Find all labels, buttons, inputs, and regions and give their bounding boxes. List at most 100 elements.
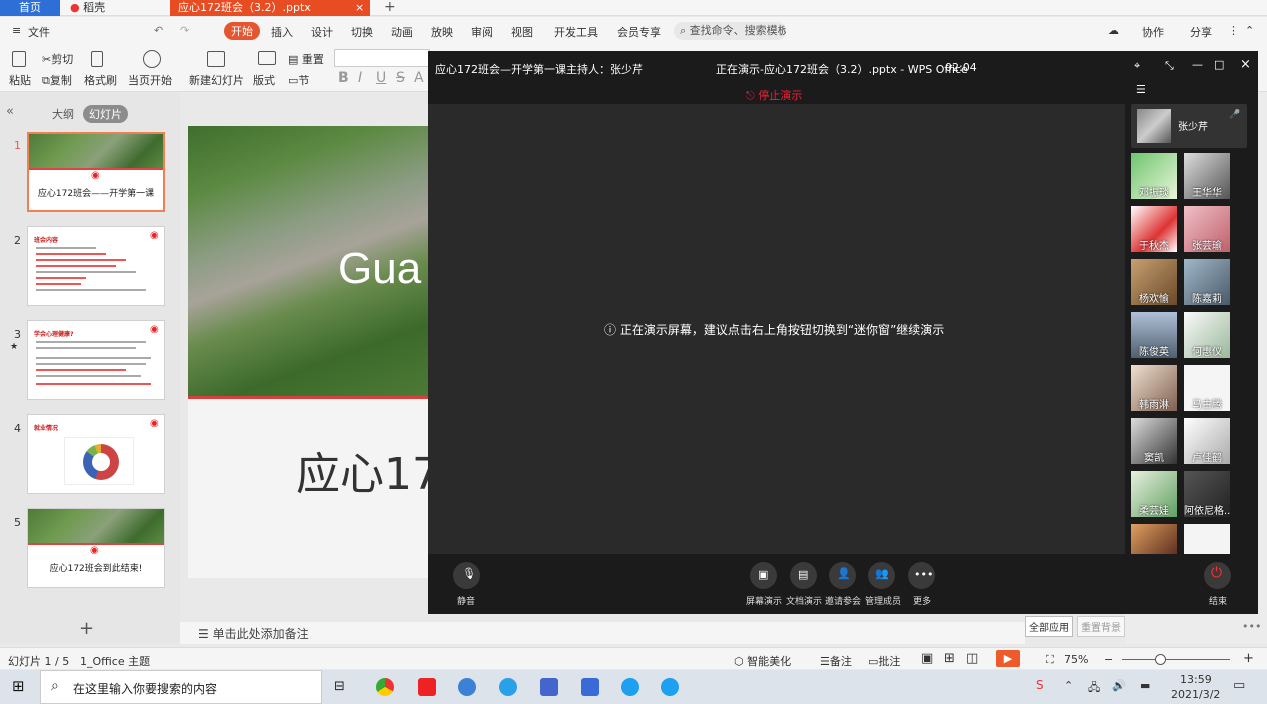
slide-thumbnail-5[interactable]: 应心172班会到此结束! ◉ <box>27 508 165 588</box>
tab-outline[interactable]: 大纲 <box>46 105 80 123</box>
hamburger-icon[interactable]: ≡ <box>12 24 21 37</box>
reading-view-icon[interactable]: ◫ <box>966 651 978 666</box>
tab-home[interactable]: 首页 <box>0 0 60 16</box>
menu-member[interactable]: 会员专享 <box>617 24 661 40</box>
mini-window-icon[interactable]: ⤡ <box>1165 59 1174 73</box>
close-icon[interactable]: × <box>1240 57 1251 72</box>
format-painter-icon[interactable] <box>91 51 103 67</box>
normal-view-icon[interactable]: ▣ <box>921 651 933 666</box>
notes-toggle-button[interactable]: ☰备注 <box>820 653 852 669</box>
manage-members-button[interactable]: 👥 <box>868 562 895 589</box>
slide-thumbnail-4[interactable]: 就业情况 ◉ <box>27 414 165 494</box>
reset-background-button[interactable]: 重置背景 <box>1077 616 1125 637</box>
input-method-icon[interactable]: ▬ <box>1140 679 1150 692</box>
smart-beautify-button[interactable]: ⬡ 智能美化 <box>734 653 791 669</box>
close-tab-icon[interactable]: × <box>355 0 364 15</box>
menu-slideshow[interactable]: 放映 <box>431 24 453 40</box>
participant-tile[interactable]: 陈俊英 <box>1131 312 1177 358</box>
participant-tile[interactable] <box>1184 524 1230 554</box>
host-video-tile[interactable]: 张少芹 🎤 <box>1131 104 1247 148</box>
cloud-sync-icon[interactable]: ☁ <box>1108 24 1119 37</box>
layout-button[interactable]: 版式 <box>253 72 275 88</box>
section-button[interactable]: ▭节 <box>288 72 309 88</box>
format-painter-button[interactable]: 格式刷 <box>84 72 117 88</box>
windows-start-icon[interactable]: ⊞ <box>12 677 25 695</box>
participant-tile[interactable]: 于秋杰 <box>1131 206 1177 252</box>
strikethrough-button[interactable]: S <box>396 70 405 86</box>
meeting-app-icon-2[interactable] <box>661 678 679 696</box>
menu-start[interactable]: 开始 <box>224 22 260 40</box>
participant-tile[interactable]: 卢佳鹤 <box>1184 418 1230 464</box>
screen-present-button[interactable]: ▣ <box>750 562 777 589</box>
zoom-slider[interactable] <box>1122 659 1230 660</box>
play-from-current-icon[interactable] <box>143 50 161 68</box>
participant-tile[interactable]: 柔芸娃 <box>1131 471 1177 517</box>
menu-insert[interactable]: 插入 <box>271 24 293 40</box>
copy-button[interactable]: ⧉复制 <box>42 72 72 88</box>
maximize-icon[interactable]: □ <box>1214 58 1224 71</box>
network-icon[interactable]: 🖧 <box>1088 679 1100 698</box>
menu-review[interactable]: 审阅 <box>471 24 493 40</box>
menu-design[interactable]: 设计 <box>311 24 333 40</box>
clock-date[interactable]: 2021/3/2 <box>1171 688 1220 701</box>
participant-tile[interactable]: 张芸瑜 <box>1184 206 1230 252</box>
participant-tile[interactable]: 陈嘉莉 <box>1184 259 1230 305</box>
invite-button[interactable]: 👤 <box>829 562 856 589</box>
add-slide-button[interactable]: + <box>79 618 94 639</box>
app-red-icon[interactable] <box>418 678 436 696</box>
end-meeting-button[interactable]: ⏻ <box>1204 562 1231 589</box>
zoom-out-button[interactable]: − <box>1104 653 1113 666</box>
new-slide-icon[interactable] <box>207 51 225 67</box>
menu-file[interactable]: 文件 <box>28 24 50 40</box>
underline-button[interactable]: U <box>376 70 386 86</box>
collapse-panel-icon[interactable]: « <box>6 104 14 119</box>
netease-icon[interactable] <box>540 678 558 696</box>
notification-icon[interactable]: ▭ <box>1233 678 1245 693</box>
menu-view[interactable]: 视图 <box>511 24 533 40</box>
more-options-icon[interactable]: ⋮ <box>1228 24 1239 37</box>
new-slide-button[interactable]: 新建幻灯片 <box>189 72 244 88</box>
paste-button[interactable]: 粘贴 <box>9 72 31 88</box>
participant-tile[interactable] <box>1131 524 1177 554</box>
tab-ppt-file[interactable]: 应心172班会（3.2）.pptx × <box>170 0 370 16</box>
menu-developer[interactable]: 开发工具 <box>554 24 598 40</box>
slide-thumbnail-1[interactable]: 应心172班会——开学第一课 ◉ <box>27 132 165 212</box>
minimize-icon[interactable]: — <box>1192 58 1203 71</box>
italic-button[interactable]: I <box>358 70 362 86</box>
play-slideshow-button[interactable]: ▶ <box>996 650 1020 667</box>
tab-daoke[interactable]: ● 稻壳 <box>62 0 167 16</box>
slide-thumbnail-2[interactable]: 班会内容 ◉ <box>27 226 165 306</box>
menu-animation[interactable]: 动画 <box>391 24 413 40</box>
collapse-ribbon-icon[interactable]: ⌃ <box>1245 24 1254 37</box>
participant-tile[interactable]: 阿依尼格... <box>1184 471 1230 517</box>
doc-present-button[interactable]: ▤ <box>790 562 817 589</box>
new-tab-icon[interactable]: + <box>384 0 396 15</box>
notes-pane[interactable]: ☰ 单击此处添加备注 <box>180 622 1025 644</box>
play-from-current-button[interactable]: 当页开始 <box>128 72 172 88</box>
more-icon[interactable]: ••• <box>1242 620 1261 633</box>
participant-tile[interactable]: 韩雨淋 <box>1131 365 1177 411</box>
comments-button[interactable]: ▭批注 <box>868 653 900 669</box>
command-search-input[interactable]: ⌕ 查找命令、搜索模板 <box>674 22 786 40</box>
chrome-icon[interactable] <box>376 678 394 696</box>
participant-tile[interactable]: 杨欢愉 <box>1131 259 1177 305</box>
participant-tile[interactable]: 窦凯 <box>1131 418 1177 464</box>
browser-icon[interactable] <box>458 678 476 696</box>
collaborate-button[interactable]: 协作 <box>1142 24 1164 40</box>
layout-icon[interactable] <box>258 51 276 65</box>
tab-slides[interactable]: 幻灯片 <box>83 105 128 123</box>
task-view-icon[interactable]: ⊟ <box>334 679 345 694</box>
font-color-button[interactable]: A <box>414 70 424 86</box>
clock-time[interactable]: 13:59 <box>1180 673 1212 686</box>
font-name-select[interactable] <box>334 49 430 67</box>
participant-tile[interactable]: 马古腾 <box>1184 365 1230 411</box>
participant-tile[interactable]: 何惠仪 <box>1184 312 1230 358</box>
apply-all-button[interactable]: 全部应用 <box>1025 616 1073 637</box>
slide-canvas[interactable]: Gua 应心17 <box>188 126 428 578</box>
fit-window-icon[interactable]: ⛶ <box>1046 653 1054 667</box>
cut-button[interactable]: ✂剪切 <box>42 51 73 67</box>
undo-icon[interactable]: ↶ <box>154 24 163 37</box>
stop-presenting-button[interactable]: ⎋ 停止演示 <box>746 87 802 103</box>
mute-button[interactable]: 🎙 <box>453 562 480 589</box>
pin-icon[interactable]: ⌖ <box>1134 59 1140 73</box>
